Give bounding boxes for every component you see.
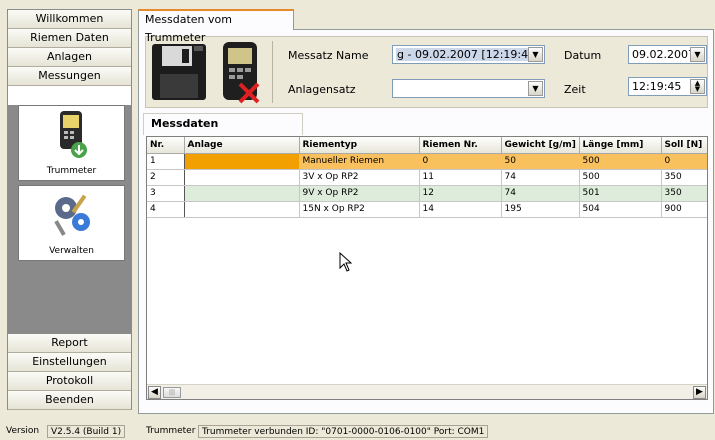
horizontal-scrollbar[interactable]: ◀ ||| ▶ [147,384,707,399]
tile-verwalten[interactable]: Verwalten [18,185,125,261]
sidebar: Willkommen Riemen Daten Anlagen Messunge… [7,9,132,410]
cell-anlage[interactable] [184,169,300,186]
cell-riementyp[interactable]: 15N x Op RP2 [299,201,420,218]
tab-messdaten-vom-trummeter[interactable]: Messdaten vom Trummeter [138,9,294,44]
scroll-right-icon[interactable]: ▶ [693,386,706,399]
cell-gewicht[interactable]: 74 [501,169,580,186]
sidebar-item-anlagen[interactable]: Anlagen [8,48,131,67]
cell-soll[interactable]: 0 [661,153,707,170]
cell-nr[interactable]: 4 [147,201,185,218]
cell-nr[interactable]: 2 [147,169,185,186]
device-label: Trummeter [146,426,196,436]
sidebar-item-willkommen[interactable]: Willkommen [8,10,131,29]
scroll-left-icon[interactable]: ◀ [148,386,161,399]
column-header-soll[interactable]: Soll [N] [661,137,707,154]
cell-laenge[interactable]: 501 [579,185,662,202]
header-separator [272,41,273,103]
sidebar-item-report[interactable]: Report [8,334,131,353]
sidebar-item-einstellungen[interactable]: Einstellungen [8,353,131,372]
cell-gewicht[interactable]: 195 [501,201,580,218]
column-header-gewicht[interactable]: Gewicht [g/m] [501,137,580,154]
zeit-value: 12:19:45 [632,80,682,93]
cell-nr[interactable]: 1 [147,153,185,170]
cell-soll[interactable]: 350 [661,185,707,202]
tile-label-verwalten: Verwalten [49,246,94,256]
messsatz-value: g - 09.02.2007 [12:19:45] [396,48,541,61]
tile-label-trummeter: Trummeter [46,166,97,176]
cell-nr[interactable]: 3 [147,185,185,202]
sidebar-item-riemen-daten[interactable]: Riemen Daten [8,29,131,48]
anlagensatz-select[interactable]: ▼ [392,79,545,98]
measurement-header: Messatz Name g - 09.02.2007 [12:19:45] ▼… [145,36,708,108]
cell-anlage[interactable] [184,201,300,218]
messsatz-select[interactable]: g - 09.02.2007 [12:19:45] ▼ [392,45,545,64]
messsatz-label: Messatz Name [288,49,369,62]
anlagensatz-label: Anlagensatz [288,83,356,96]
cell-laenge[interactable]: 504 [579,201,662,218]
cell-riementyp[interactable]: 9V x Op RP2 [299,185,420,202]
main-panel: Messatz Name g - 09.02.2007 [12:19:45] ▼… [138,29,714,414]
cell-soll[interactable]: 350 [661,169,707,186]
app-window: Willkommen Riemen Daten Anlagen Messunge… [0,0,715,440]
messdaten-table: Nr. Anlage Riementyp Riemen Nr. Gewicht … [146,136,708,400]
table-header-row: Nr. Anlage Riementyp Riemen Nr. Gewicht … [147,137,707,154]
spinner-arrows-icon[interactable]: ▲ ▼ [690,79,705,94]
trummeter-delete-icon[interactable] [220,40,262,104]
column-header-riementyp[interactable]: Riementyp [299,137,420,154]
scroll-thumb[interactable]: ||| [163,387,181,398]
table-row[interactable]: 3 9V x Op RP2 12 74 501 350 [147,185,707,202]
datum-value: 09.02.2007 [632,48,695,61]
cell-riemen-nr[interactable]: 11 [419,169,502,186]
version-label: Version [6,426,40,436]
table-row[interactable]: 1 Manueller Riemen 0 50 500 0 [147,153,707,170]
cell-gewicht[interactable]: 50 [501,153,580,170]
cell-riementyp[interactable]: 3V x Op RP2 [299,169,420,186]
tile-trummeter[interactable]: Trummeter [18,105,125,181]
zeit-spinner[interactable]: 12:19:45 ▲ ▼ [628,77,707,96]
sidebar-item-beenden[interactable]: Beenden [8,391,131,410]
column-header-riemen-nr[interactable]: Riemen Nr. [419,137,502,154]
table-row[interactable]: 4 15N x Op RP2 14 195 504 900 [147,201,707,218]
cell-gewicht[interactable]: 74 [501,185,580,202]
zeit-label: Zeit [564,83,586,96]
mouse-cursor-icon [339,252,353,272]
table-row[interactable]: 2 3V x Op RP2 11 74 500 350 [147,169,707,186]
cell-anlage[interactable] [184,153,300,170]
chevron-down-icon[interactable]: ▼ [528,81,543,96]
cell-laenge[interactable]: 500 [579,169,662,186]
cell-soll[interactable]: 900 [661,201,707,218]
chevron-down-icon[interactable]: ▼ [690,47,705,62]
datum-label: Datum [564,49,602,62]
connection-status: Trummeter verbunden ID: "0701-0000-0106-… [198,425,489,438]
section-messdaten: Messdaten [143,113,303,135]
sidebar-item-protokoll[interactable]: Protokoll [8,372,131,391]
sidebar-panel: Trummeter Verwalten [8,105,131,339]
cell-riemen-nr[interactable]: 12 [419,185,502,202]
version-value: V2.5.4 (Build 1) [47,425,126,438]
sidebar-item-messungen[interactable]: Messungen [8,67,131,86]
status-bar: Version V2.5.4 (Build 1) Trummeter Trumm… [0,423,715,440]
floppy-disk-icon[interactable] [150,42,208,102]
gears-icon [54,194,90,236]
cell-laenge[interactable]: 500 [579,153,662,170]
column-header-anlage[interactable]: Anlage [184,137,300,154]
trummeter-device-icon [60,111,87,158]
column-header-nr[interactable]: Nr. [147,137,185,154]
chevron-down-icon[interactable]: ▼ [528,47,543,62]
cell-riemen-nr[interactable]: 14 [419,201,502,218]
cell-riemen-nr[interactable]: 0 [419,153,502,170]
datum-picker[interactable]: 09.02.2007 ▼ [628,45,707,64]
cell-riementyp[interactable]: Manueller Riemen [299,153,420,170]
column-header-laenge[interactable]: Länge [mm] [579,137,662,154]
cell-anlage[interactable] [184,185,300,202]
